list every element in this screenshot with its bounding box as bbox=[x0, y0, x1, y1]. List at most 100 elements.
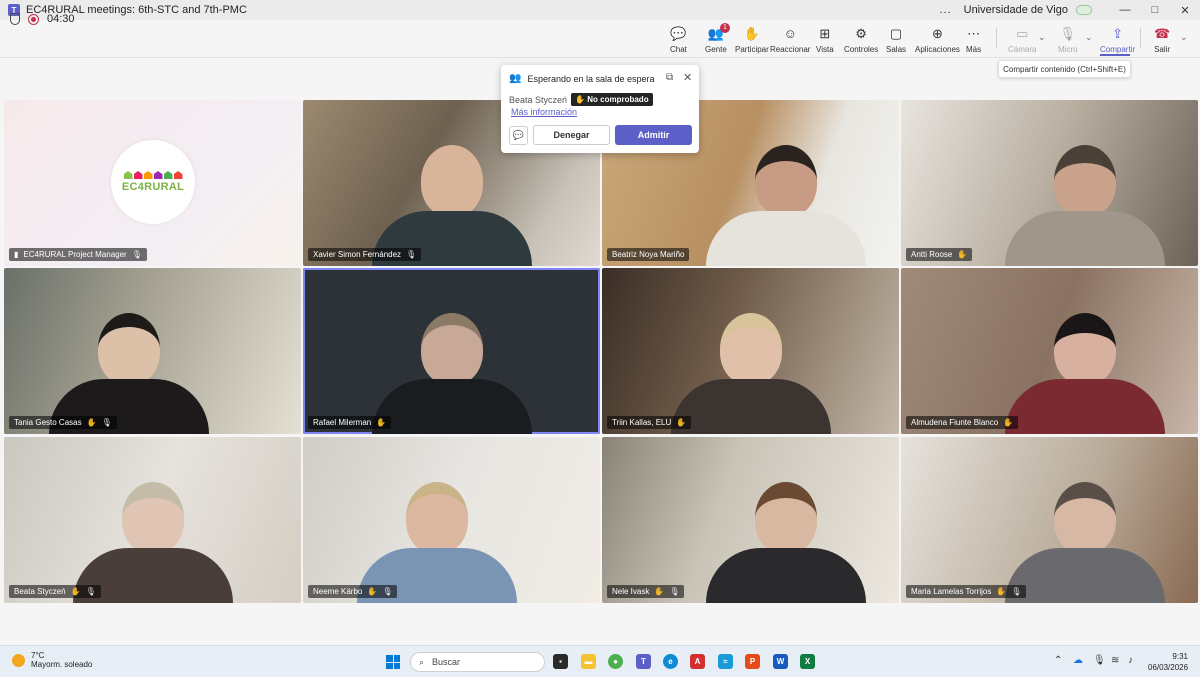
shield-icon bbox=[10, 13, 20, 25]
volume-icon[interactable]: ♪ bbox=[1128, 655, 1133, 666]
more-button[interactable]: ⋯ Más bbox=[966, 26, 981, 54]
leave-button[interactable]: ☎ Salir bbox=[1154, 26, 1170, 54]
popout-icon[interactable]: ⧉ bbox=[666, 72, 673, 83]
deny-button[interactable]: Denegar bbox=[533, 125, 610, 145]
hand-icon: ✋ bbox=[86, 418, 97, 427]
people-label: Gente bbox=[705, 45, 727, 54]
camera-label: Cámara bbox=[1008, 45, 1037, 54]
lobby-notification: 👥 Esperando en la sala de espera ⧉ ✕ Bea… bbox=[501, 65, 699, 153]
share-label: Compartir bbox=[1100, 45, 1136, 54]
search-placeholder: Buscar bbox=[432, 657, 461, 667]
lobby-chat-button[interactable]: 💬 bbox=[509, 126, 528, 145]
apps-button[interactable]: ⊕ Aplicaciones bbox=[915, 26, 960, 54]
react-label: Reaccionar bbox=[770, 45, 811, 54]
chat-icon: 💬 bbox=[512, 130, 525, 140]
mic-muted-icon: 🎙 bbox=[1011, 587, 1022, 596]
participant-name-tag: Rafael Milerman ✋ bbox=[308, 416, 392, 429]
toolbar-separator bbox=[1140, 28, 1141, 48]
task-view-icon[interactable]: ▪ bbox=[553, 654, 568, 669]
maximize-button[interactable]: □ bbox=[1140, 4, 1170, 16]
admit-button[interactable]: Admitir bbox=[615, 125, 692, 145]
participant-video bbox=[670, 313, 831, 434]
mic-muted-icon: 🎙 bbox=[382, 587, 393, 596]
taskbar-search[interactable]: ⌕ Buscar bbox=[410, 652, 545, 672]
participant-name-tag: Neeme Kärbo ✋ 🎙 bbox=[308, 585, 398, 598]
participant-tile[interactable]: Triin Kallas, ELU ✋ bbox=[602, 268, 899, 434]
controls-label: Controles bbox=[844, 45, 879, 54]
view-button[interactable]: ⊞ Vista bbox=[816, 26, 834, 54]
more-options-icon[interactable]: ... bbox=[939, 4, 951, 16]
organization-name[interactable]: Universidade de Vigo bbox=[964, 4, 1068, 16]
mic-muted-icon: 🎙 bbox=[101, 418, 112, 427]
hand-icon: ✋ bbox=[367, 587, 378, 596]
participant-video bbox=[1005, 482, 1166, 603]
participant-tile[interactable]: Almudena Fiunte Blanco ✋ bbox=[901, 268, 1198, 434]
react-button[interactable]: ☺ Reaccionar bbox=[770, 26, 810, 54]
people-button[interactable]: 👥 1 Gente bbox=[705, 23, 730, 54]
more-info-link[interactable]: Más información bbox=[511, 107, 577, 117]
close-icon[interactable]: ✕ bbox=[683, 71, 692, 84]
windows-start-icon[interactable] bbox=[386, 655, 400, 669]
hand-icon: ✋ bbox=[654, 587, 665, 596]
participant-name-tag: Antti Roose ✋ bbox=[906, 248, 973, 261]
edge-icon[interactable]: e bbox=[663, 654, 678, 669]
leave-chevron-down-icon[interactable]: ⌄ bbox=[1180, 32, 1188, 43]
wifi-icon[interactable]: ≋ bbox=[1111, 655, 1119, 666]
pdf-icon[interactable]: A bbox=[690, 654, 705, 669]
excel-icon[interactable]: X bbox=[800, 654, 815, 669]
sun-icon bbox=[12, 653, 25, 667]
participant-tile[interactable]: Maria Lamelas Torrijos ✋ 🎙 bbox=[901, 437, 1198, 603]
org-avatar-icon[interactable] bbox=[1076, 5, 1092, 15]
participant-video bbox=[706, 482, 867, 603]
participant-tile[interactable]: Neeme Kärbo ✋ 🎙 bbox=[303, 437, 600, 603]
camera-button[interactable]: ▭ Cámara bbox=[1008, 26, 1036, 54]
recording-icon bbox=[28, 13, 39, 25]
controls-button[interactable]: ⚙ Controles bbox=[844, 26, 878, 54]
system-clock[interactable]: 9:31 06/03/2026 bbox=[1148, 651, 1188, 673]
raise-label: Participar bbox=[735, 45, 769, 54]
participant-tile[interactable]: Beata Styczeń ✋ 🎙 bbox=[4, 437, 301, 603]
plus-icon: ⊕ bbox=[932, 26, 943, 41]
participant-tile[interactable]: EC4RURAL ▮ EC4RURAL Project Manager 🎙 bbox=[4, 100, 301, 266]
clock-date: 06/03/2026 bbox=[1148, 663, 1189, 672]
participant-name-tag: Triin Kallas, ELU ✋ bbox=[607, 416, 692, 429]
view-label: Vista bbox=[816, 45, 834, 54]
mic-label: Micro bbox=[1058, 45, 1078, 54]
file-explorer-icon[interactable]: ▬ bbox=[581, 654, 596, 669]
teams-icon[interactable]: T bbox=[636, 654, 651, 669]
hand-icon: ✋ bbox=[1003, 418, 1014, 427]
rooms-button[interactable]: ▢ Salas bbox=[886, 26, 906, 54]
app-icon[interactable]: ≈ bbox=[718, 654, 733, 669]
close-window-button[interactable]: ✕ bbox=[1170, 4, 1200, 17]
camera-chevron-down-icon[interactable]: ⌄ bbox=[1038, 32, 1046, 43]
participant-tile[interactable]: Nele Ivask ✋ 🎙 bbox=[602, 437, 899, 603]
rooms-label: Salas bbox=[886, 45, 907, 54]
chat-button[interactable]: 💬 Chat bbox=[670, 26, 687, 54]
smile-icon: ☺ bbox=[783, 26, 797, 41]
mic-chevron-down-icon[interactable]: ⌄ bbox=[1085, 32, 1093, 43]
mic-muted-icon: 🎙 bbox=[669, 587, 680, 596]
camera-off-icon: ▭ bbox=[1016, 26, 1029, 41]
leave-label: Salir bbox=[1154, 45, 1171, 54]
onedrive-icon[interactable]: ☁ bbox=[1073, 655, 1083, 666]
raise-hand-button[interactable]: ✋ Participar bbox=[735, 26, 769, 54]
ec4rural-logo: EC4RURAL bbox=[111, 140, 195, 224]
hand-icon: ✋ bbox=[575, 95, 586, 104]
ellipsis-icon: ⋯ bbox=[967, 26, 981, 41]
chevron-up-icon[interactable]: ⌃ bbox=[1054, 655, 1062, 666]
chrome-icon[interactable]: ● bbox=[608, 654, 623, 669]
share-icon: ⇪ bbox=[1112, 26, 1124, 41]
word-icon[interactable]: W bbox=[773, 654, 788, 669]
people-badge: 1 bbox=[719, 23, 730, 33]
minimize-button[interactable]: — bbox=[1110, 4, 1140, 16]
participant-tile[interactable]: Antti Roose ✋ bbox=[901, 100, 1198, 266]
participant-tile[interactable]: Tania Gesto Casas ✋ 🎙 bbox=[4, 268, 301, 434]
participant-tile[interactable]: Rafael Milerman ✋ bbox=[303, 268, 600, 434]
participant-name-tag: Almudena Fiunte Blanco ✋ bbox=[906, 416, 1019, 429]
mic-button[interactable]: 🎙 Micro bbox=[1058, 26, 1078, 54]
mic-muted-icon: 🎙 bbox=[406, 250, 417, 259]
mic-muted-icon[interactable]: 🎙 bbox=[1093, 655, 1106, 666]
powerpoint-icon[interactable]: P bbox=[745, 654, 760, 669]
share-button[interactable]: ⇪ Compartir bbox=[1100, 26, 1135, 54]
weather-widget[interactable]: 7°C Mayorm. soleado bbox=[12, 651, 92, 669]
